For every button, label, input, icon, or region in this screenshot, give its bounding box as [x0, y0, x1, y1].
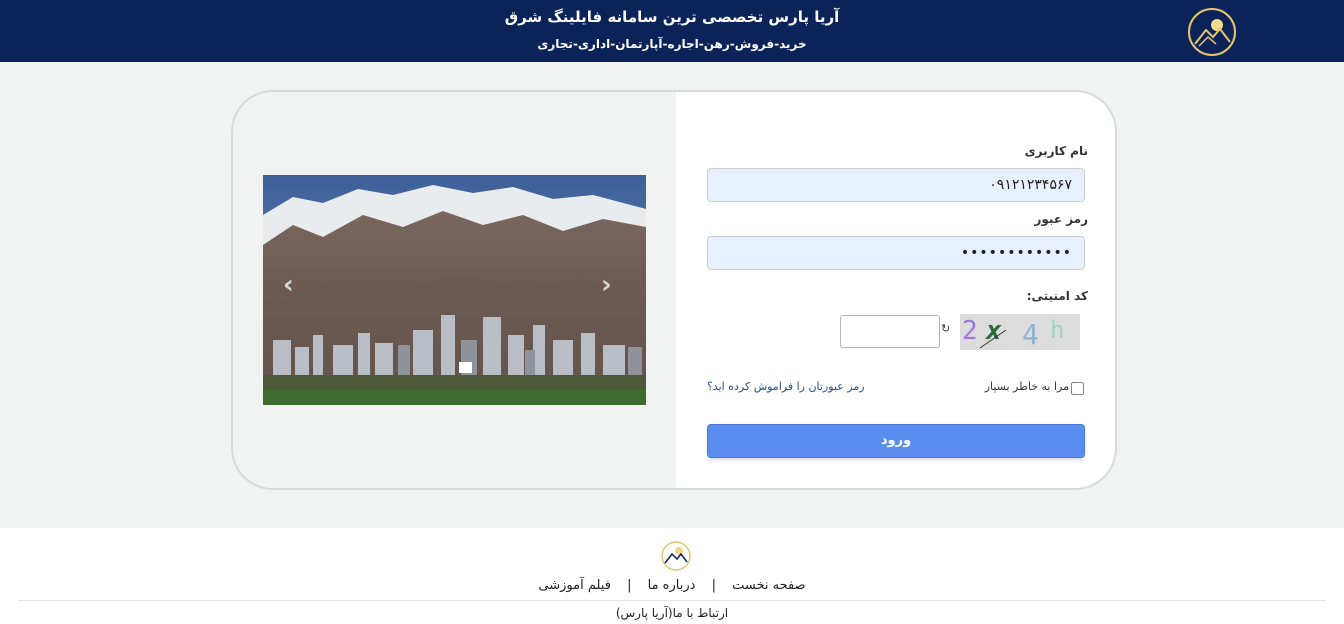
brand-logo-icon[interactable] — [1186, 6, 1238, 58]
refresh-icon[interactable]: ↻ — [941, 322, 950, 335]
image-carousel: ‹ › — [263, 175, 646, 405]
footer-links: صفحه نخست | درباره ما | فیلم آموزشی — [0, 578, 1344, 593]
footer-link-home[interactable]: صفحه نخست — [732, 578, 805, 593]
footer-separator: | — [711, 578, 716, 593]
username-label: نام کاربری — [1024, 144, 1088, 158]
username-field[interactable]: ۰۹۱۲۱۲۳۴۵۶۷ — [707, 168, 1085, 202]
captcha-label: کد امنیتی: — [1026, 289, 1088, 303]
password-label: رمز عبور — [1034, 212, 1088, 226]
footer-link-tutorial[interactable]: فیلم آموزشی — [538, 578, 611, 593]
remember-me-checkbox[interactable] — [1071, 382, 1084, 395]
site-title: آریا پارس تخصصی ترین سامانه فایلینگ شرق — [504, 8, 840, 26]
forgot-password-link[interactable]: رمز عبورتان را فراموش کرده اید؟ — [707, 380, 865, 393]
password-field[interactable]: •••••••••••• — [707, 236, 1085, 270]
site-header: آریا پارس تخصصی ترین سامانه فایلینگ شرق … — [0, 0, 1344, 62]
footer-contact-link[interactable]: ارتباط با ما(آریا پارس) — [0, 606, 1344, 620]
footer-divider — [18, 600, 1326, 601]
remember-me-label: مرا به خاطر بسپار — [984, 380, 1069, 393]
login-button[interactable]: ورود — [707, 424, 1085, 458]
footer-link-about[interactable]: درباره ما — [648, 578, 696, 593]
carousel-next-icon[interactable]: › — [601, 270, 612, 300]
footer-logo-icon — [661, 541, 691, 571]
carousel-indicator[interactable] — [459, 362, 472, 373]
login-form: نام کاربری ۰۹۱۲۱۲۳۴۵۶۷ رمز عبور ••••••••… — [676, 92, 1115, 488]
captcha-input[interactable] — [840, 315, 940, 348]
site-subtitle: خرید-فروش-رهن-اجاره-آپارتمان-اداری-تجاری — [537, 37, 807, 51]
city-mountain-photo — [263, 175, 646, 405]
login-card: نام کاربری ۰۹۱۲۱۲۳۴۵۶۷ رمز عبور ••••••••… — [231, 90, 1117, 490]
carousel-prev-icon[interactable]: ‹ — [283, 270, 294, 300]
site-footer: صفحه نخست | درباره ما | فیلم آموزشی ارتب… — [0, 528, 1344, 624]
captcha-image: 2 x 4 h — [960, 314, 1080, 350]
footer-separator: | — [627, 578, 632, 593]
